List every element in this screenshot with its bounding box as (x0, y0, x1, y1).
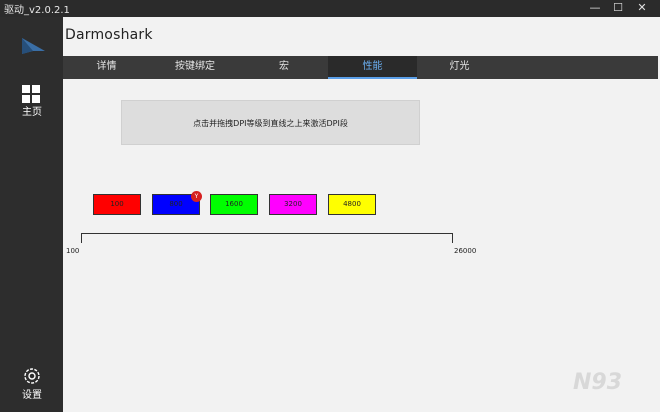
gear-icon (24, 368, 40, 384)
tab-key-binding[interactable]: 按键绑定 (150, 56, 240, 79)
maximize-button[interactable]: ☐ (607, 0, 629, 17)
brand-name: Darmoshark (65, 27, 153, 43)
sidebar-item-settings-label: 设置 (22, 390, 42, 401)
dpi-range-line[interactable] (81, 233, 453, 234)
tab-details[interactable]: 详情 (63, 56, 150, 79)
sidebar: 主页 设置 (0, 17, 63, 412)
home-grid-icon (22, 85, 40, 103)
tab-lighting[interactable]: 灯光 (417, 56, 502, 79)
tab-bar: 详情 按键绑定 宏 性能 灯光 (63, 56, 658, 79)
dpi-range-min-label: 100 (66, 247, 80, 255)
main-content: Darmoshark 详情 按键绑定 宏 性能 灯光 点击并拖拽DPI等级到直线… (63, 17, 660, 412)
dpi-level-3[interactable]: 1600 (210, 194, 258, 215)
brand-logo-icon (21, 37, 47, 59)
title-bar: 驱动_v2.0.2.1 — ☐ ✕ (0, 0, 660, 17)
sidebar-item-home[interactable]: 主页 (12, 81, 52, 129)
dpi-drop-hint[interactable]: 点击并拖拽DPI等级到直线之上来激活DPI段 (121, 100, 420, 145)
sidebar-item-settings[interactable]: 设置 (12, 366, 52, 406)
minimize-button[interactable]: — (584, 0, 606, 17)
sidebar-item-home-label: 主页 (22, 107, 42, 118)
dpi-level-4[interactable]: 3200 (269, 194, 317, 215)
dpi-level-5[interactable]: 4800 (328, 194, 376, 215)
dpi-level-2-label: 800 (169, 200, 183, 208)
dpi-range-start-tick (81, 233, 82, 243)
active-indicator-badge: Y (191, 191, 202, 202)
window-title: 驱动_v2.0.2.1 (4, 5, 70, 16)
watermark-logo: N93 (573, 370, 623, 395)
tab-macro[interactable]: 宏 (240, 56, 328, 79)
dpi-level-2[interactable]: 800 Y (152, 191, 202, 215)
dpi-range-end-tick (452, 233, 453, 243)
dpi-level-1[interactable]: 100 (93, 194, 141, 215)
tab-performance[interactable]: 性能 (328, 56, 417, 79)
dpi-range-max-label: 26000 (454, 247, 477, 255)
close-button[interactable]: ✕ (631, 0, 653, 17)
